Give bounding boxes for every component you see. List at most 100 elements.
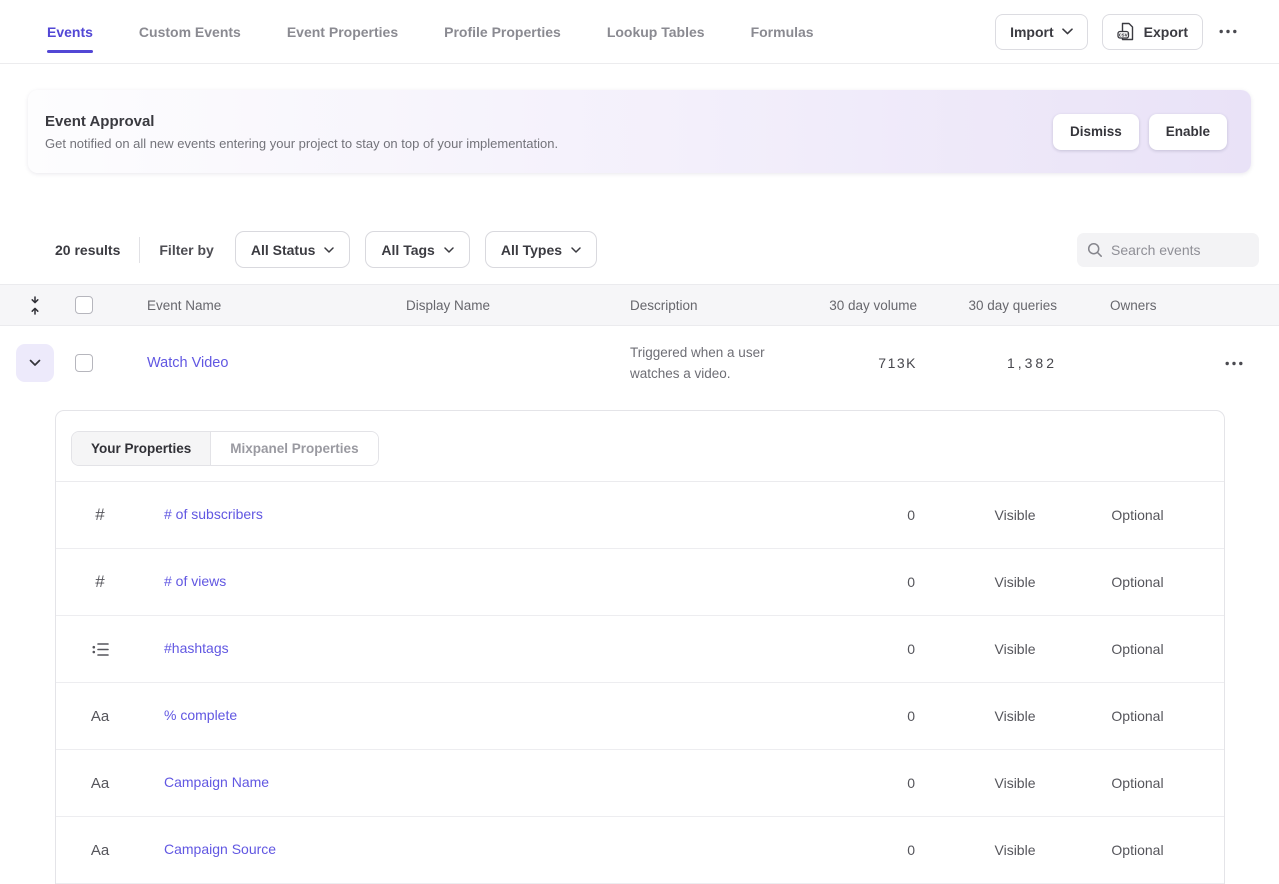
properties-tabs: Your Properties Mixpanel Properties bbox=[71, 431, 379, 466]
property-visibility: Visible bbox=[955, 842, 1075, 858]
property-visibility: Visible bbox=[955, 574, 1075, 590]
tab-your-properties[interactable]: Your Properties bbox=[72, 432, 211, 465]
property-requirement: Optional bbox=[1075, 641, 1200, 657]
filter-toolbar: 20 results Filter by All Status All Tags… bbox=[0, 231, 1279, 268]
tab-lookup-tables[interactable]: Lookup Tables bbox=[607, 0, 705, 64]
results-count: 20 results bbox=[55, 242, 120, 258]
chevron-down-icon bbox=[444, 247, 454, 253]
active-tab-underline bbox=[47, 50, 93, 53]
events-table-header: Event Name Display Name Description 30 d… bbox=[0, 284, 1279, 326]
property-requirement: Optional bbox=[1075, 708, 1200, 724]
property-name-link[interactable]: % complete bbox=[164, 707, 237, 723]
chevron-down-icon bbox=[571, 247, 581, 253]
tab-events[interactable]: Events bbox=[47, 0, 93, 64]
property-name-link[interactable]: #hashtags bbox=[164, 640, 229, 656]
export-button-label: Export bbox=[1144, 24, 1188, 40]
tags-filter-dropdown[interactable]: All Tags bbox=[365, 231, 469, 268]
property-row: Aa % complete 0 Visible Optional bbox=[56, 683, 1224, 750]
tab-custom-events[interactable]: Custom Events bbox=[139, 0, 241, 64]
property-name-link[interactable]: # of views bbox=[164, 573, 226, 589]
event-description: Triggered when a user watches a video. bbox=[597, 342, 787, 384]
import-button-label: Import bbox=[1010, 24, 1054, 40]
tab-lookup-tables-label: Lookup Tables bbox=[607, 24, 705, 40]
types-filter-dropdown[interactable]: All Types bbox=[485, 231, 597, 268]
property-visibility: Visible bbox=[955, 507, 1075, 523]
tab-formulas-label: Formulas bbox=[751, 24, 814, 40]
property-visibility: Visible bbox=[955, 708, 1075, 724]
top-navigation: Events Custom Events Event Properties Pr… bbox=[0, 0, 1279, 64]
number-type-icon: # bbox=[72, 505, 128, 525]
search-events-box[interactable] bbox=[1077, 233, 1259, 267]
tab-formulas[interactable]: Formulas bbox=[751, 0, 814, 64]
property-row: #hashtags 0 Visible Optional bbox=[56, 616, 1224, 683]
dismiss-button[interactable]: Dismiss bbox=[1053, 114, 1139, 150]
tab-event-properties-label: Event Properties bbox=[287, 24, 398, 40]
col-event-name: Event Name bbox=[114, 298, 373, 313]
col-owners: Owners bbox=[1057, 298, 1177, 313]
enable-button[interactable]: Enable bbox=[1149, 114, 1227, 150]
banner-text: Event Approval Get notified on all new e… bbox=[45, 113, 558, 151]
property-count: 0 bbox=[865, 574, 955, 590]
event-description-line1: Triggered when a user bbox=[630, 342, 787, 363]
row-checkbox[interactable] bbox=[75, 354, 93, 372]
chevron-down-icon bbox=[324, 247, 334, 253]
property-name-link[interactable]: # of subscribers bbox=[164, 506, 263, 522]
property-row: Aa Campaign Source 0 Visible Optional bbox=[56, 817, 1224, 884]
property-requirement: Optional bbox=[1075, 507, 1200, 523]
property-row: # # of views 0 Visible Optional bbox=[56, 549, 1224, 616]
svg-text:csv: csv bbox=[1118, 33, 1127, 39]
csv-file-icon: csv bbox=[1117, 22, 1136, 41]
property-requirement: Optional bbox=[1075, 842, 1200, 858]
tags-filter-label: All Tags bbox=[381, 242, 434, 258]
collapse-all-icon[interactable] bbox=[16, 296, 54, 315]
text-type-icon: Aa bbox=[72, 842, 128, 859]
row-overflow-menu-button[interactable] bbox=[1223, 355, 1245, 372]
filter-by-label: Filter by bbox=[159, 242, 213, 258]
property-name-link[interactable]: Campaign Source bbox=[164, 841, 276, 857]
col-volume: 30 day volume bbox=[787, 298, 917, 313]
property-count: 0 bbox=[865, 842, 955, 858]
col-description: Description bbox=[597, 298, 787, 313]
tab-event-properties[interactable]: Event Properties bbox=[287, 0, 398, 64]
property-requirement: Optional bbox=[1075, 574, 1200, 590]
export-button[interactable]: csv Export bbox=[1102, 14, 1203, 50]
select-all-checkbox[interactable] bbox=[75, 296, 93, 314]
property-name-link[interactable]: Campaign Name bbox=[164, 774, 269, 790]
types-filter-label: All Types bbox=[501, 242, 562, 258]
status-filter-label: All Status bbox=[251, 242, 316, 258]
property-visibility: Visible bbox=[955, 641, 1075, 657]
event-name-link[interactable]: Watch Video bbox=[147, 355, 228, 371]
search-icon bbox=[1087, 242, 1103, 258]
tab-profile-properties-label: Profile Properties bbox=[444, 24, 561, 40]
banner-description: Get notified on all new events entering … bbox=[45, 136, 558, 151]
property-count: 0 bbox=[865, 708, 955, 724]
event-description-line2: watches a video. bbox=[630, 363, 787, 384]
property-count: 0 bbox=[865, 641, 955, 657]
list-type-icon bbox=[72, 642, 128, 657]
collapse-row-button[interactable] bbox=[16, 344, 54, 382]
banner-actions: Dismiss Enable bbox=[1053, 114, 1227, 150]
table-row-watch-video: Watch Video Triggered when a user watche… bbox=[0, 326, 1279, 396]
col-queries: 30 day queries bbox=[917, 298, 1057, 313]
tab-events-label: Events bbox=[47, 24, 93, 40]
event-queries: 1,382 bbox=[917, 355, 1057, 371]
event-properties-panel: Your Properties Mixpanel Properties # # … bbox=[55, 410, 1225, 884]
property-visibility: Visible bbox=[955, 775, 1075, 791]
col-display-name: Display Name bbox=[373, 298, 597, 313]
text-type-icon: Aa bbox=[72, 775, 128, 792]
chevron-down-icon bbox=[1062, 28, 1073, 35]
lexicon-tabs: Events Custom Events Event Properties Pr… bbox=[0, 0, 814, 64]
property-row: Aa Campaign Name 0 Visible Optional bbox=[56, 750, 1224, 817]
status-filter-dropdown[interactable]: All Status bbox=[235, 231, 351, 268]
import-button[interactable]: Import bbox=[995, 14, 1088, 50]
property-requirement: Optional bbox=[1075, 775, 1200, 791]
number-type-icon: # bbox=[72, 572, 128, 592]
tab-profile-properties[interactable]: Profile Properties bbox=[444, 0, 561, 64]
text-type-icon: Aa bbox=[72, 708, 128, 725]
search-events-input[interactable] bbox=[1111, 242, 1241, 258]
banner-title: Event Approval bbox=[45, 113, 558, 130]
overflow-menu-button[interactable] bbox=[1217, 23, 1239, 40]
tab-mixpanel-properties[interactable]: Mixpanel Properties bbox=[211, 432, 377, 465]
property-count: 0 bbox=[865, 507, 955, 523]
property-count: 0 bbox=[865, 775, 955, 791]
